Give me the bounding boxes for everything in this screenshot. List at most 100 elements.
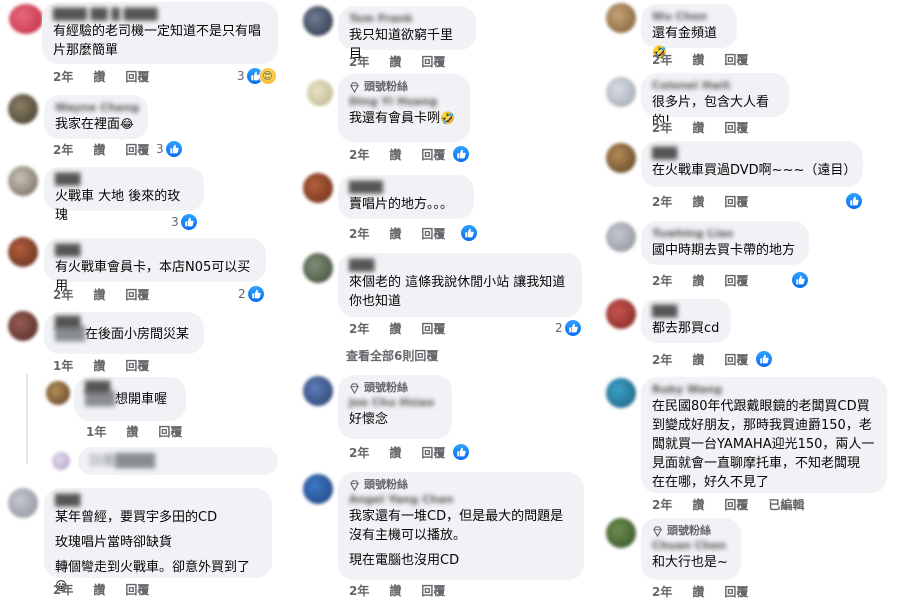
timestamp[interactable]: 2年 bbox=[53, 70, 73, 84]
avatar[interactable] bbox=[606, 378, 636, 408]
commenter-name[interactable]: ███ bbox=[349, 259, 571, 273]
commenter-name[interactable]: Ding Yi Huang bbox=[349, 95, 459, 109]
reaction-summary[interactable] bbox=[461, 225, 477, 241]
avatar[interactable] bbox=[606, 222, 636, 252]
commenter-name[interactable]: ███ bbox=[85, 381, 110, 395]
timestamp[interactable]: 2年 bbox=[652, 53, 672, 67]
commenter-name[interactable]: Ruby Wang bbox=[652, 383, 876, 397]
like-link[interactable]: 讚 bbox=[389, 446, 401, 460]
reply-link[interactable]: 回覆 bbox=[724, 274, 748, 288]
avatar[interactable] bbox=[303, 173, 333, 203]
timestamp[interactable]: 2年 bbox=[652, 585, 672, 599]
commenter-name[interactable]: Angel Yang Chan bbox=[349, 493, 573, 507]
like-link[interactable]: 讚 bbox=[692, 274, 704, 288]
reply-link[interactable]: 回覆 bbox=[421, 148, 445, 162]
commenter-name[interactable]: Wayne Chang bbox=[55, 101, 139, 115]
like-link[interactable]: 讚 bbox=[692, 498, 704, 512]
timestamp[interactable]: 2年 bbox=[652, 498, 672, 512]
avatar[interactable] bbox=[303, 253, 333, 283]
like-link[interactable]: 讚 bbox=[692, 53, 704, 67]
like-link[interactable]: 讚 bbox=[93, 583, 105, 597]
avatar[interactable] bbox=[9, 4, 43, 34]
reaction-summary[interactable] bbox=[846, 193, 862, 209]
avatar[interactable] bbox=[8, 94, 38, 124]
commenter-name[interactable]: Tom Frank bbox=[349, 12, 465, 26]
like-link[interactable]: 讚 bbox=[93, 288, 105, 302]
like-link[interactable]: 讚 bbox=[389, 227, 401, 241]
commenter-name[interactable]: Chuan Chen bbox=[652, 539, 730, 553]
like-link[interactable]: 讚 bbox=[692, 585, 704, 599]
like-link[interactable]: 讚 bbox=[692, 121, 704, 135]
reply-link[interactable]: 回覆 bbox=[724, 53, 748, 67]
avatar[interactable] bbox=[307, 80, 333, 106]
avatar[interactable] bbox=[606, 518, 636, 548]
reply-link[interactable]: 回覆 bbox=[421, 227, 445, 241]
avatar[interactable] bbox=[303, 376, 333, 406]
timestamp[interactable]: 2年 bbox=[349, 227, 369, 241]
reply-link[interactable]: 回覆 bbox=[125, 359, 149, 373]
avatar[interactable] bbox=[606, 143, 636, 173]
avatar[interactable] bbox=[8, 166, 38, 196]
reply-input[interactable]: 回覆████ bbox=[78, 447, 278, 475]
timestamp[interactable]: 2年 bbox=[652, 274, 672, 288]
reply-link[interactable]: 回覆 bbox=[125, 288, 149, 302]
like-link[interactable]: 讚 bbox=[389, 584, 401, 598]
reply-link[interactable]: 回覆 bbox=[724, 195, 748, 209]
view-all-replies-link[interactable]: 查看全部6則回覆 bbox=[346, 347, 438, 364]
reaction-summary[interactable]: 2 bbox=[238, 286, 264, 302]
reaction-summary[interactable] bbox=[792, 272, 808, 288]
commenter-name[interactable]: Joe Chu Hsiao bbox=[349, 396, 441, 410]
avatar[interactable] bbox=[303, 474, 333, 504]
commenter-name[interactable]: ███ bbox=[652, 305, 720, 319]
like-link[interactable]: 讚 bbox=[692, 195, 704, 209]
avatar[interactable] bbox=[606, 77, 636, 107]
reply-link[interactable]: 回覆 bbox=[724, 353, 748, 367]
reply-link[interactable]: 回覆 bbox=[125, 583, 149, 597]
commenter-name[interactable]: ███ bbox=[55, 173, 193, 187]
like-link[interactable]: 讚 bbox=[692, 353, 704, 367]
timestamp[interactable]: 2年 bbox=[53, 583, 73, 597]
timestamp[interactable]: 2年 bbox=[349, 446, 369, 460]
reaction-summary[interactable]: 3 bbox=[171, 214, 197, 230]
timestamp[interactable]: 2年 bbox=[349, 55, 369, 69]
like-link[interactable]: 讚 bbox=[389, 55, 401, 69]
avatar[interactable] bbox=[8, 237, 38, 267]
commenter-name[interactable]: ███ bbox=[55, 316, 80, 330]
avatar[interactable] bbox=[8, 488, 38, 518]
like-link[interactable]: 讚 bbox=[93, 70, 105, 84]
reply-link[interactable]: 回覆 bbox=[724, 585, 748, 599]
commenter-name[interactable]: ███ bbox=[652, 147, 852, 161]
reaction-summary[interactable]: 2 bbox=[555, 320, 581, 336]
timestamp[interactable]: 2年 bbox=[652, 195, 672, 209]
reply-link[interactable]: 回覆 bbox=[421, 446, 445, 460]
like-link[interactable]: 讚 bbox=[93, 359, 105, 373]
commenter-name[interactable]: ███ bbox=[55, 244, 255, 258]
like-link[interactable]: 讚 bbox=[389, 322, 401, 336]
reply-link[interactable]: 回覆 bbox=[125, 143, 149, 157]
timestamp[interactable]: 1年 bbox=[86, 425, 106, 439]
reaction-summary[interactable]: 3 bbox=[156, 141, 182, 157]
avatar[interactable] bbox=[8, 311, 38, 341]
timestamp[interactable]: 2年 bbox=[349, 584, 369, 598]
reply-link[interactable]: 回覆 bbox=[724, 121, 748, 135]
reaction-summary[interactable] bbox=[453, 444, 469, 460]
avatar[interactable] bbox=[606, 299, 636, 329]
timestamp[interactable]: 2年 bbox=[53, 143, 73, 157]
timestamp[interactable]: 2年 bbox=[349, 322, 369, 336]
reaction-summary[interactable] bbox=[453, 146, 469, 162]
commenter-name[interactable]: Colonel Hwit bbox=[652, 79, 778, 93]
commenter-name[interactable]: ████ bbox=[349, 181, 463, 195]
timestamp[interactable]: 2年 bbox=[349, 148, 369, 162]
avatar[interactable] bbox=[46, 381, 70, 405]
commenter-name[interactable]: Tuwhing Liao bbox=[652, 227, 798, 241]
timestamp[interactable]: 2年 bbox=[53, 288, 73, 302]
avatar[interactable] bbox=[303, 6, 333, 36]
reply-link[interactable]: 回覆 bbox=[421, 584, 445, 598]
like-link[interactable]: 讚 bbox=[93, 143, 105, 157]
reaction-summary[interactable]: 3 😍 bbox=[237, 68, 276, 84]
reply-link[interactable]: 回覆 bbox=[158, 425, 182, 439]
reply-link[interactable]: 回覆 bbox=[421, 55, 445, 69]
current-user-avatar[interactable] bbox=[52, 452, 70, 470]
like-link[interactable]: 讚 bbox=[389, 148, 401, 162]
timestamp[interactable]: 2年 bbox=[652, 353, 672, 367]
